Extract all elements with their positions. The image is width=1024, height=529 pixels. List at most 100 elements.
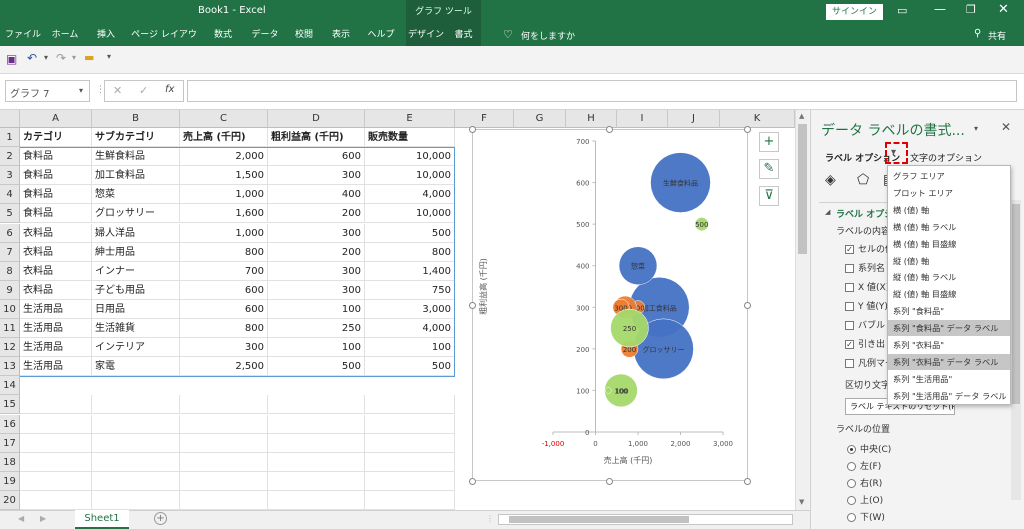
sheet-tab[interactable]: Sheet1 <box>75 510 129 529</box>
empty-cell[interactable] <box>365 414 455 434</box>
row-header[interactable]: 19 <box>0 471 20 491</box>
data-label[interactable]: 250 <box>623 325 636 333</box>
column-header[interactable]: A <box>20 110 92 128</box>
row-header[interactable]: 2 <box>0 147 20 167</box>
dropdown-item[interactable]: プロット エリア <box>888 185 1010 201</box>
table-cell[interactable]: 2,500 <box>180 357 268 377</box>
column-header[interactable]: E <box>365 110 455 128</box>
table-cell[interactable]: 生活用品 <box>20 319 92 338</box>
table-cell[interactable]: 1,000 <box>180 223 268 243</box>
table-cell[interactable]: 500 <box>365 357 455 377</box>
chart-styles-button[interactable]: ✎ <box>759 159 779 179</box>
tell-me-search[interactable]: 何をしますか <box>521 29 575 42</box>
undo-icon[interactable]: ↶ <box>27 51 37 65</box>
table-cell[interactable]: 750 <box>365 280 455 300</box>
row-header[interactable]: 3 <box>0 166 20 186</box>
insert-function-icon[interactable]: fx <box>165 84 174 95</box>
signin-button[interactable]: サインイン <box>826 4 884 20</box>
empty-cell[interactable] <box>180 433 268 453</box>
minimize-icon[interactable]: — <box>934 2 946 16</box>
close-icon[interactable]: ✕ <box>998 2 1009 17</box>
chart-elements-button[interactable]: + <box>759 132 779 152</box>
table-cell[interactable]: 300 <box>268 261 365 281</box>
table-cell[interactable]: 4,000 <box>365 185 455 205</box>
dropdown-item[interactable]: 系列 "生活用品" データ ラベル <box>888 388 1010 404</box>
empty-cell[interactable] <box>20 490 92 510</box>
redo-icon[interactable]: ↷ <box>56 51 66 65</box>
h-scroll-thumb[interactable] <box>509 516 689 523</box>
dropdown-item[interactable]: 縦 (値) 軸 ラベル <box>888 269 1010 285</box>
header-cell[interactable]: 売上高 (千円) <box>180 128 268 147</box>
tab-view[interactable]: 表示 <box>324 24 358 46</box>
resize-handle[interactable] <box>744 478 751 485</box>
redo-dropdown-icon[interactable]: ▾ <box>72 53 76 62</box>
customize-qat-icon[interactable]: ▾ <box>107 52 111 61</box>
column-header[interactable]: C <box>180 110 268 128</box>
checkbox-icon[interactable]: ✓ <box>845 245 854 254</box>
radio-icon[interactable] <box>847 445 856 454</box>
table-cell[interactable]: 700 <box>180 261 268 281</box>
empty-cell[interactable] <box>268 471 365 491</box>
empty-cell[interactable] <box>92 490 180 510</box>
table-cell[interactable]: 600 <box>180 299 268 319</box>
row-header[interactable]: 16 <box>0 414 20 434</box>
resize-handle[interactable] <box>469 126 476 133</box>
header-cell[interactable]: カテゴリ <box>20 128 92 147</box>
table-cell[interactable]: 600 <box>180 280 268 300</box>
table-cell[interactable]: 生活用品 <box>20 299 92 319</box>
data-label[interactable]: 500 <box>695 221 708 229</box>
table-cell[interactable]: 婦人洋品 <box>92 223 180 243</box>
data-label[interactable]: グロッサリー <box>643 345 685 354</box>
empty-cell[interactable] <box>20 452 92 472</box>
column-header[interactable]: I <box>617 110 668 128</box>
table-cell[interactable]: 衣料品 <box>20 261 92 281</box>
empty-cell[interactable] <box>180 395 268 415</box>
chevron-down-icon[interactable]: ▾ <box>891 147 896 158</box>
empty-cell[interactable] <box>268 433 365 453</box>
pane-close-icon[interactable]: ✕ <box>1001 120 1011 134</box>
data-label[interactable]: 加工食料品 <box>642 303 677 312</box>
label-checkbox[interactable]: Y 値(Y) <box>845 299 888 312</box>
table-cell[interactable]: 250 <box>268 319 365 338</box>
restore-icon[interactable]: ❐ <box>966 3 976 16</box>
formula-input[interactable] <box>187 80 1017 102</box>
table-cell[interactable]: 生活用品 <box>20 357 92 377</box>
table-cell[interactable]: 惣菜 <box>92 185 180 205</box>
table-cell[interactable]: 4,000 <box>365 319 455 338</box>
empty-cell[interactable] <box>365 395 455 415</box>
scroll-thumb[interactable] <box>798 124 807 254</box>
table-cell[interactable]: 子ども用品 <box>92 280 180 300</box>
checkbox-icon[interactable] <box>845 359 854 368</box>
scroll-up-icon[interactable]: ▲ <box>799 112 804 120</box>
table-cell[interactable]: 紳士用品 <box>92 242 180 262</box>
checkbox-icon[interactable] <box>845 264 854 273</box>
table-cell[interactable]: 加工食料品 <box>92 166 180 186</box>
horizontal-scrollbar[interactable] <box>498 514 793 525</box>
empty-cell[interactable] <box>180 471 268 491</box>
row-header[interactable]: 9 <box>0 280 20 300</box>
dropdown-item[interactable]: 縦 (値) 軸 <box>888 253 1010 269</box>
header-cell[interactable]: サブカテゴリ <box>92 128 180 147</box>
resize-handle[interactable] <box>469 478 476 485</box>
tab-data[interactable]: データ <box>246 24 284 46</box>
table-cell[interactable]: 食料品 <box>20 147 92 167</box>
fill-line-icon[interactable]: ◈ <box>825 172 836 188</box>
next-sheet-icon[interactable]: ▶ <box>40 514 46 523</box>
table-cell[interactable]: 500 <box>268 357 365 377</box>
dropdown-item[interactable]: 系列 "食料品" データ ラベル <box>888 320 1010 337</box>
dropdown-item[interactable]: グラフ エリア <box>888 168 1010 184</box>
vertical-scrollbar[interactable]: ▲ ▼ <box>795 110 809 510</box>
label-checkbox[interactable]: X 値(X) <box>845 280 889 293</box>
data-label[interactable]: 100 <box>615 387 628 395</box>
table-cell[interactable]: 100 <box>365 338 455 358</box>
enter-icon[interactable]: ✓ <box>139 84 148 97</box>
table-cell[interactable]: 衣料品 <box>20 223 92 243</box>
table-cell[interactable]: 100 <box>268 299 365 319</box>
table-cell[interactable]: 1,000 <box>180 185 268 205</box>
tab-formulas[interactable]: 数式 <box>204 24 242 46</box>
resize-handle[interactable] <box>469 302 476 309</box>
bubble-chart[interactable]: 0 100 200 300 400 500 600 700 -1,000 0 1,000 2,000 3… <box>472 129 748 481</box>
add-sheet-icon[interactable]: + <box>154 512 167 525</box>
name-box[interactable]: グラフ 7 <box>10 85 50 100</box>
bubble-point[interactable] <box>605 387 612 394</box>
